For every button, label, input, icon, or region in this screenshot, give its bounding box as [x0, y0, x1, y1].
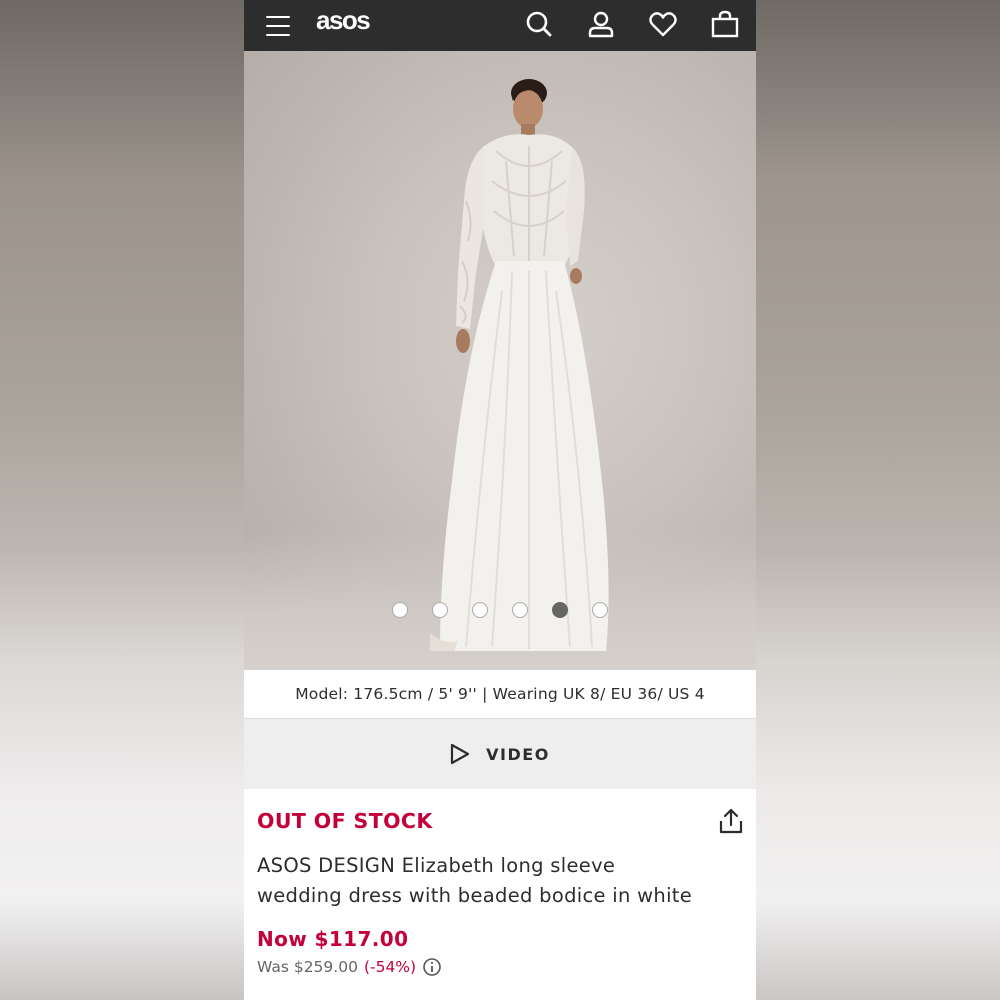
play-icon: [451, 743, 470, 765]
previous-price-row: Was $259.00 (-54%): [257, 957, 743, 977]
current-price: Now $117.00: [257, 927, 409, 951]
background-blur-left: [0, 0, 244, 1000]
gallery-dot-active[interactable]: [552, 602, 568, 618]
video-button[interactable]: VIDEO: [244, 719, 756, 789]
mobile-viewport: asos Model: 176.5cm / 5' 9'' | Wearing U…: [244, 0, 756, 1000]
product-photo-model-in-dress: [430, 79, 609, 651]
gallery-pagination: [244, 602, 756, 618]
heart-icon[interactable]: [644, 8, 682, 40]
product-title: ASOS DESIGN Elizabeth long sleeve weddin…: [257, 854, 693, 907]
gallery-dot[interactable]: [432, 602, 448, 618]
search-icon[interactable]: [520, 8, 558, 40]
gallery-dot[interactable]: [592, 602, 608, 618]
discount-percentage: (-54%): [363, 958, 417, 976]
model-size-info: Model: 176.5cm / 5' 9'' | Wearing UK 8/ …: [244, 670, 756, 719]
product-details: OUT OF STOCK ASOS DESIGN Elizabeth long …: [244, 789, 756, 977]
gallery-dot[interactable]: [392, 602, 408, 618]
menu-icon[interactable]: [266, 15, 290, 36]
info-icon[interactable]: [422, 957, 442, 977]
gallery-dot[interactable]: [512, 602, 528, 618]
video-label: VIDEO: [486, 744, 550, 764]
was-price: Was $259.00: [257, 958, 358, 976]
bag-icon[interactable]: [706, 8, 744, 40]
asos-logo[interactable]: asos: [316, 5, 371, 36]
top-navigation-bar: asos: [244, 0, 756, 51]
product-image-gallery[interactable]: [244, 51, 756, 670]
account-icon[interactable]: [582, 8, 620, 40]
share-icon[interactable]: [718, 807, 744, 839]
background-blur-right: [756, 0, 1000, 1000]
gallery-dot[interactable]: [472, 602, 488, 618]
stock-status: OUT OF STOCK: [257, 809, 433, 833]
header-actions: [520, 8, 744, 40]
